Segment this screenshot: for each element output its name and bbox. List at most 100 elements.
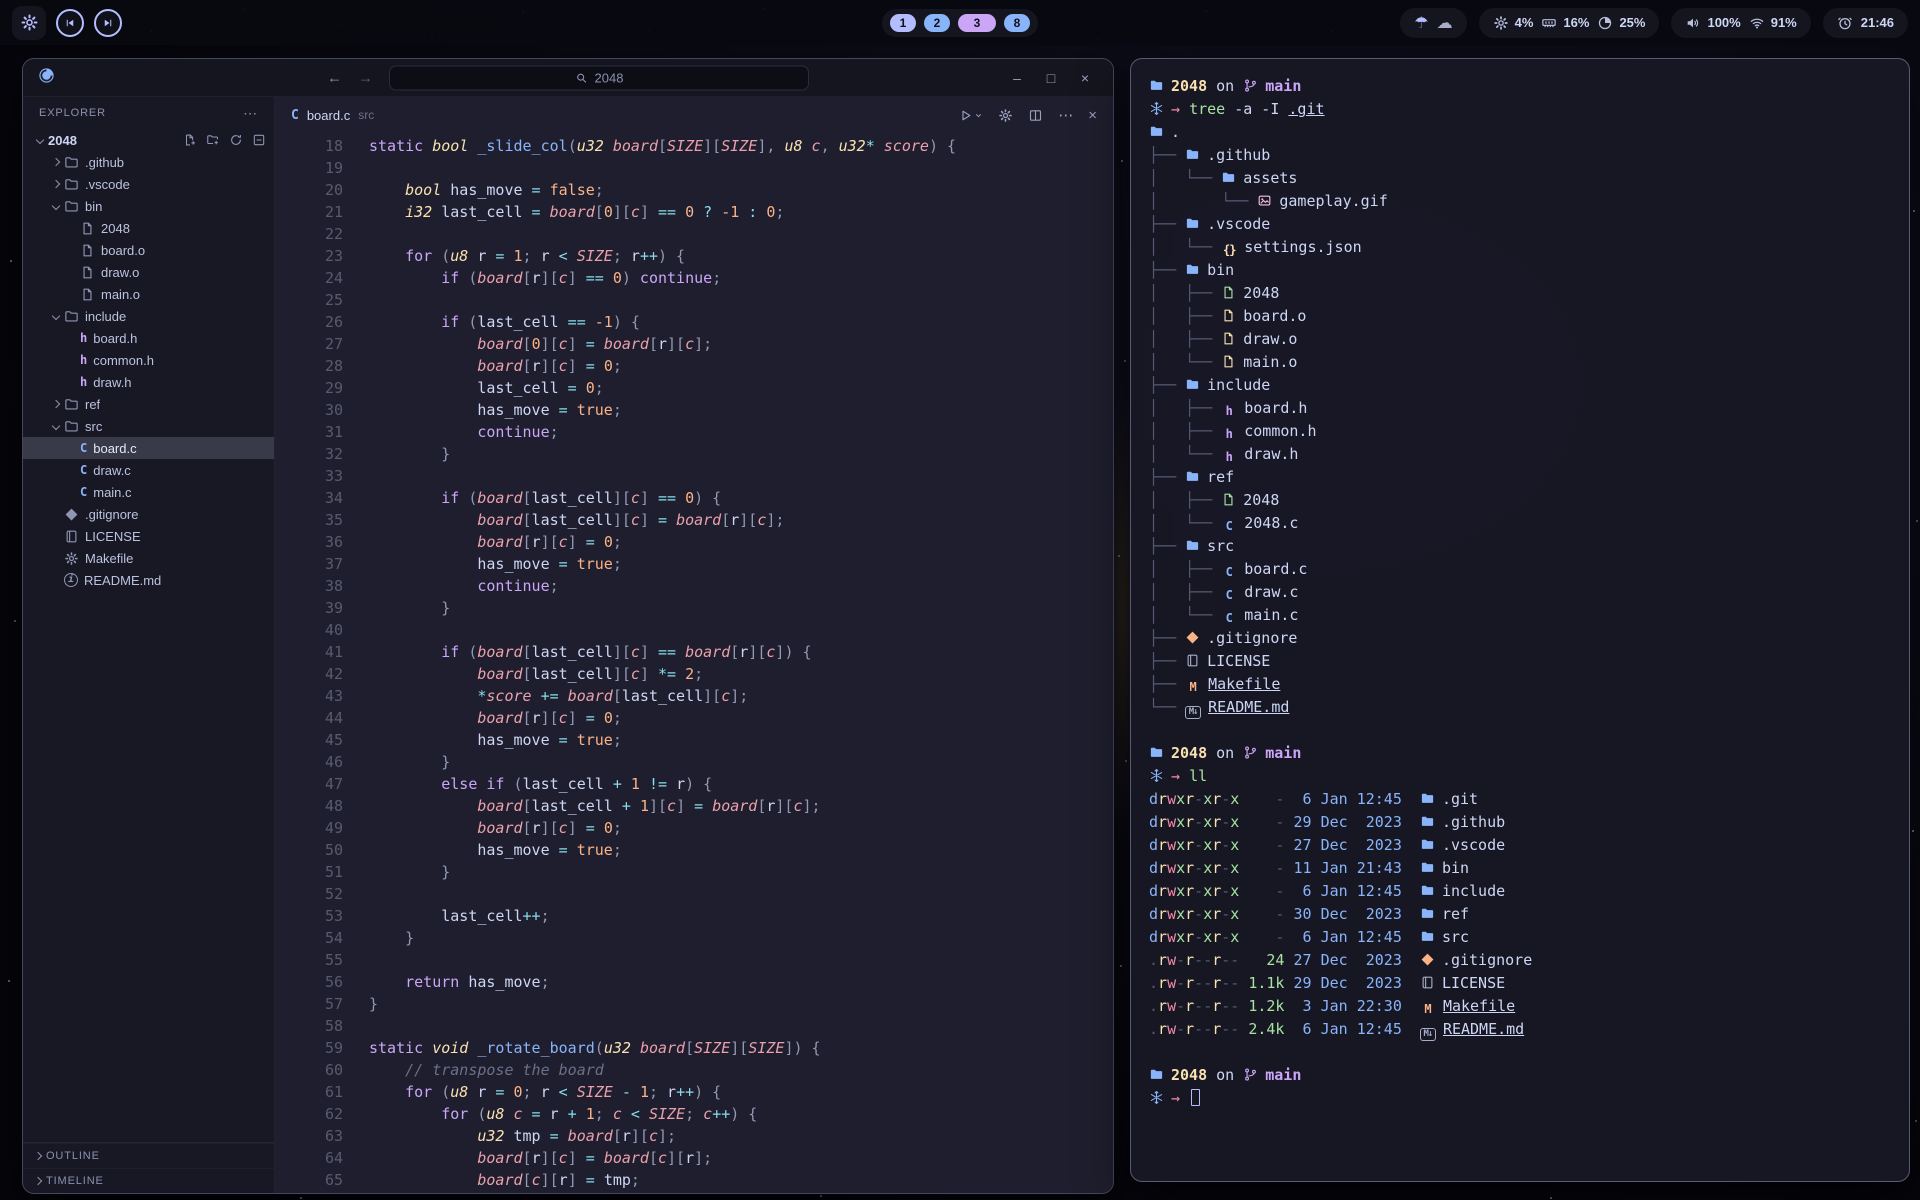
more-actions-icon[interactable]: ⋯ [1058,108,1073,123]
tree-item-src[interactable]: src [23,415,274,437]
split-editor-icon[interactable] [1028,108,1043,123]
book-icon [1185,653,1200,668]
code-line: 23 for (u8 r = 1; r < SIZE; r++) { [275,245,1113,267]
close-button[interactable]: × [1071,70,1099,86]
system-stats-widget[interactable]: 4%16%25% [1479,8,1660,38]
code-area[interactable]: 18static bool _slide_col(u32 board[SIZE]… [275,133,1113,1193]
search-text: 2048 [595,70,624,85]
media-controls [56,9,122,37]
workspace-pill-3[interactable]: 3 [958,14,996,32]
tree-item-README.md[interactable]: iREADME.md [23,569,274,591]
volume-network-widget[interactable]: 100%91% [1671,8,1810,38]
terminal-line: ├── LICENSE [1149,650,1891,673]
c-icon: C [80,463,87,477]
titlebar-center: ← → 2048 [327,65,809,90]
terminal-window[interactable]: 2048 on main→ tree -a -I .git.├── .githu… [1130,58,1910,1182]
code-line: 22 [275,223,1113,245]
settings-icon[interactable] [998,108,1013,123]
tree-item-draw.h[interactable]: hdraw.h [23,371,274,393]
disk-stat: 25% [1597,15,1645,31]
terminal-line: │ └── gameplay.gif [1149,190,1891,213]
tree-item-.github[interactable]: .github [23,151,274,173]
file-icon [1221,285,1236,300]
history-back-icon[interactable]: ← [327,69,342,86]
explorer-header: EXPLORER ⋯ [23,97,274,129]
tree-item-main.c[interactable]: Cmain.c [23,481,274,503]
minimize-button[interactable]: – [1003,70,1031,86]
tree-item-main.o[interactable]: main.o [23,283,274,305]
code-line: 65 board[c][r] = tmp; [275,1169,1113,1191]
code-line: 44 board[r][c] = 0; [275,707,1113,729]
terminal-line: drwxr-xr-x - 6 Jan 12:45 src [1149,926,1891,949]
clock-widget[interactable]: 21:46 [1823,8,1908,38]
search-icon [575,71,588,84]
workspace-pill-2[interactable]: 2 [924,14,950,32]
workspace-pill-8[interactable]: 8 [1004,14,1030,32]
file-icon [1221,331,1236,346]
code-line: 30 has_move = true; [275,399,1113,421]
tab-board.c[interactable]: C board.c src [291,108,374,123]
md-icon: M↓ [1420,1028,1436,1041]
terminal-output: 2048 on main→ tree -a -I .git.├── .githu… [1149,75,1891,1110]
tree-item-include[interactable]: include [23,305,274,327]
editor-actions: ⋯× [958,108,1097,123]
folder-icon [1420,860,1435,875]
tree-item-.gitignore[interactable]: .gitignore [23,503,274,525]
tree-item-2048[interactable]: 2048 [23,217,274,239]
history-forward-icon[interactable]: → [358,69,373,86]
collapse-all-icon[interactable] [252,133,266,147]
terminal-line: ├── ref [1149,466,1891,489]
media-next-button[interactable] [94,9,122,37]
code-line: 31 continue; [275,421,1113,443]
maximize-button[interactable]: □ [1037,70,1065,86]
code-line: 20 bool has_move = false; [275,179,1113,201]
panel-timeline[interactable]: TIMELINE [23,1168,274,1193]
tree-item-common.h[interactable]: hcommon.h [23,349,274,371]
c-icon: C [80,485,87,499]
terminal-line: │ └── {}settings.json [1149,236,1891,259]
terminal-line: drwxr-xr-x - 30 Dec 2023 ref [1149,903,1891,926]
media-previous-button[interactable] [56,9,84,37]
file-icon [1221,308,1236,323]
panel-outline[interactable]: OUTLINE [23,1143,274,1168]
tree-item-bin[interactable]: bin [23,195,274,217]
code-line: 57} [275,993,1113,1015]
disk-icon [1597,15,1613,31]
code-line: 62 for (u8 c = r + 1; c < SIZE; c++) { [275,1103,1113,1125]
tree-item-.vscode[interactable]: .vscode [23,173,274,195]
tree-item-Makefile[interactable]: Makefile [23,547,274,569]
tree-item-board.c[interactable]: Cboard.c [23,437,274,459]
command-center-search[interactable]: 2048 [389,65,809,90]
terminal-line: drwxr-xr-x - 11 Jan 21:43 bin [1149,857,1891,880]
close-tab-icon[interactable]: × [1088,108,1097,123]
branch-icon [1243,1067,1258,1082]
workspace-pill-1[interactable]: 1 [890,14,916,32]
folder-icon [1185,147,1200,162]
new-file-icon[interactable] [183,133,197,147]
explorer-toolbar [183,133,266,147]
folder-icon [1149,745,1164,760]
launcher-button[interactable] [12,6,46,40]
tree-item-draw.o[interactable]: draw.o [23,261,274,283]
clock-icon [1837,15,1853,31]
folder-icon [1149,1067,1164,1082]
tree-item-ref[interactable]: ref [23,393,274,415]
new-folder-icon[interactable] [206,133,220,147]
run-button[interactable] [958,108,983,123]
folder-icon [1420,883,1435,898]
terminal-line: │ ├── hboard.h [1149,397,1891,420]
terminal-line: │ └── hdraw.h [1149,443,1891,466]
foldero-icon [64,397,79,412]
weather-widget[interactable]: ☂☁ [1400,8,1466,38]
tree-item-draw.c[interactable]: Cdraw.c [23,459,274,481]
code-line: 19 [275,157,1113,179]
code-line: 39 } [275,597,1113,619]
explorer-more-actions-icon[interactable]: ⋯ [243,105,258,122]
topbar: 1238 ☂☁ 4%16%25% 100%91% 21:46 [0,0,1920,45]
tree-item-root-2048[interactable]: 2048 [23,129,274,151]
tree-item-LICENSE[interactable]: LICENSE [23,525,274,547]
tree-item-board.h[interactable]: hboard.h [23,327,274,349]
tree-item-board.o[interactable]: board.o [23,239,274,261]
refresh-icon[interactable] [229,133,243,147]
code-line: 60 // transpose the board [275,1059,1113,1081]
